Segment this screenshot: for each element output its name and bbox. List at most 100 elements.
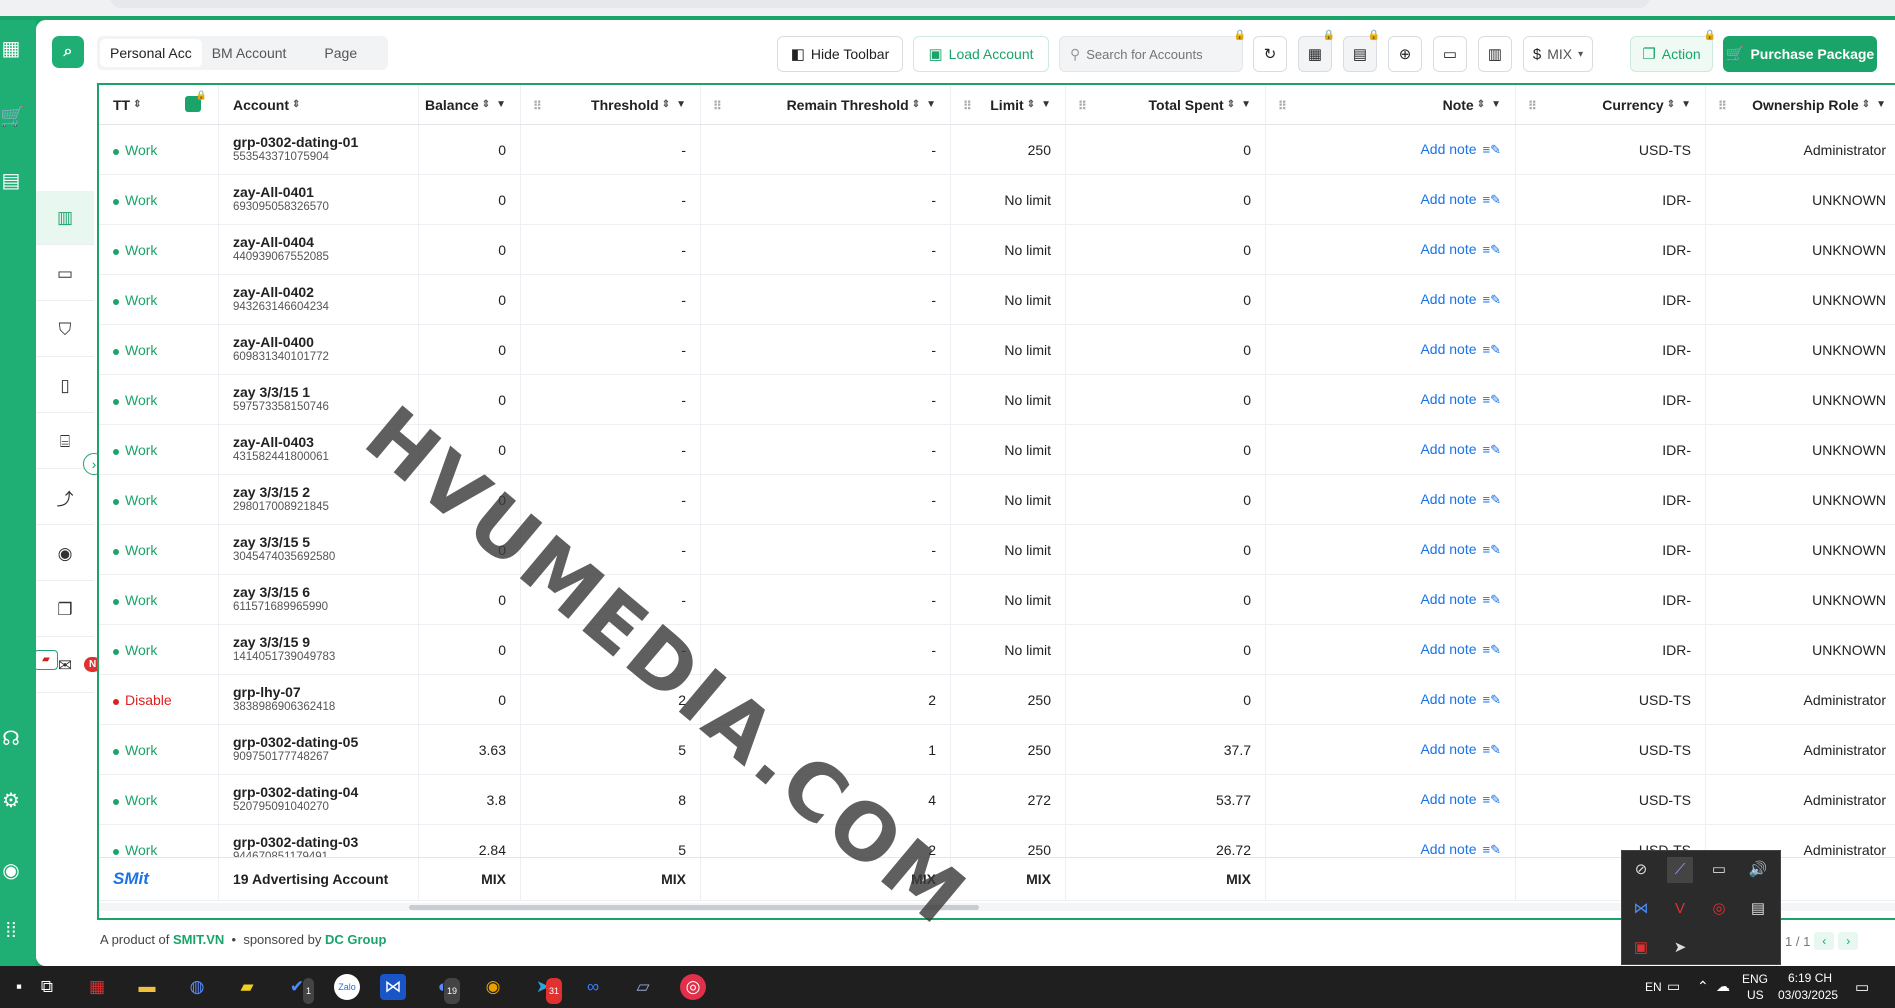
- account-name[interactable]: grp-0302-dating-01: [233, 134, 358, 150]
- drag-handle-icon[interactable]: ⠿: [1078, 99, 1087, 113]
- drag-handle-icon[interactable]: ⠿: [1278, 99, 1287, 113]
- sort-icon[interactable]: ⇕: [662, 99, 670, 110]
- speaker-icon[interactable]: 🔊: [1745, 857, 1771, 883]
- sort-icon[interactable]: ⇕: [1862, 99, 1870, 110]
- chrome-icon[interactable]: ◉: [480, 974, 506, 1000]
- account-name[interactable]: zay-All-0404: [233, 234, 314, 250]
- column-header-ownership-role[interactable]: ⠿ Ownership Role ⇕ ▼: [1706, 85, 1895, 124]
- table-row[interactable]: Work zay-All-0400 609831340101772 0 - - No lim…: [99, 325, 1895, 375]
- app-logo[interactable]: ⌕: [52, 36, 84, 68]
- column-header-balance[interactable]: Balance ⇕ ▼: [419, 85, 521, 124]
- add-note-link[interactable]: Add note ≡✎: [1420, 291, 1501, 308]
- dashboard-icon[interactable]: ▦: [0, 38, 22, 60]
- layout-button[interactable]: ▥: [1478, 36, 1512, 72]
- column-menu-icon[interactable]: ▼: [1681, 99, 1691, 110]
- search-input[interactable]: [1086, 46, 1227, 62]
- calendar-button[interactable]: ▦ 🔒: [1298, 30, 1335, 72]
- currency-select[interactable]: $ MIX ▾: [1523, 36, 1593, 72]
- column-menu-icon[interactable]: ▼: [1041, 99, 1051, 110]
- add-note-link[interactable]: Add note ≡✎: [1420, 641, 1501, 658]
- sidebar-item-documents[interactable]: ▯: [36, 359, 94, 413]
- column-header-threshold[interactable]: ⠿ Threshold ⇕ ▼: [521, 85, 701, 124]
- prev-page-button[interactable]: ‹: [1814, 932, 1835, 950]
- clipboard-icon[interactable]: ▤: [0, 170, 22, 192]
- tasks-icon[interactable]: ✔ 1: [284, 974, 314, 1004]
- zalo-icon[interactable]: Zalo: [334, 974, 360, 1000]
- app-icon-book[interactable]: ▱: [630, 974, 656, 1000]
- table-row[interactable]: Work zay 3/3/15 2 298017008921845 0 - - No lim…: [99, 475, 1895, 525]
- send-icon[interactable]: ➤: [1667, 935, 1693, 961]
- sticky-notes-icon[interactable]: ▰: [234, 974, 260, 1000]
- file-explorer-icon[interactable]: ▬: [134, 974, 160, 1000]
- user-icon[interactable]: ◉: [0, 860, 22, 882]
- account-name[interactable]: grp-0302-dating-03: [233, 834, 358, 850]
- language-flag-icon[interactable]: ▰: [36, 650, 58, 670]
- network-icon[interactable]: ⊘: [1628, 857, 1654, 883]
- sort-icon[interactable]: ⇕: [133, 99, 141, 110]
- sort-icon[interactable]: ⇕: [292, 99, 300, 110]
- table-row[interactable]: Work grp-0302-dating-04 520795091040270 3.8…: [99, 775, 1895, 825]
- printer-icon[interactable]: ▭: [1667, 978, 1680, 995]
- feather-icon[interactable]: ⟋: [1667, 857, 1693, 883]
- sort-icon[interactable]: ⇕: [912, 99, 920, 110]
- app-icon-bluex[interactable]: ⋈: [380, 974, 406, 1000]
- purchase-package-button[interactable]: 🛒 Purchase Package: [1723, 36, 1877, 72]
- sidebar-item-pixel[interactable]: ⛉: [36, 303, 94, 357]
- table-row[interactable]: Disable grp-lhy-07 3838986906362418 0 2 2 250 0…: [99, 675, 1895, 725]
- search-box[interactable]: ⚲ 🔒: [1059, 30, 1246, 72]
- app-icon-3[interactable]: ◍: [184, 974, 210, 1000]
- pdf-icon[interactable]: ▣: [1628, 935, 1654, 961]
- table-row[interactable]: Work zay 3/3/15 9 1414051739049783 0 - - No li…: [99, 625, 1895, 675]
- column-header-account[interactable]: Account ⇕: [219, 85, 419, 124]
- sidebar-item-share[interactable]: ⤴: [36, 471, 94, 525]
- filter-icon[interactable]: 🔒: [185, 90, 207, 112]
- sort-icon[interactable]: ⇕: [1667, 99, 1675, 110]
- sidebar-item-cards[interactable]: ▭: [36, 247, 94, 301]
- table-row[interactable]: Work grp-0302-dating-01 553543371075904 0 - -…: [99, 125, 1895, 175]
- vivaldi-icon[interactable]: V: [1667, 896, 1693, 922]
- tab-personal-acc[interactable]: Personal Acc: [100, 39, 202, 67]
- telegram-icon[interactable]: ➤ 31: [530, 974, 562, 1004]
- add-note-link[interactable]: Add note ≡✎: [1420, 191, 1501, 208]
- sort-icon[interactable]: ⇕: [1027, 99, 1035, 110]
- sort-icon[interactable]: ⇕: [1477, 99, 1485, 110]
- table-row[interactable]: Work zay-All-0403 431582441800061 0 - - No lim…: [99, 425, 1895, 475]
- account-name[interactable]: zay-All-0400: [233, 334, 314, 350]
- cart-icon[interactable]: 🛒: [0, 106, 25, 128]
- column-menu-icon[interactable]: ▼: [1241, 99, 1251, 110]
- account-name[interactable]: zay 3/3/15 2: [233, 484, 310, 500]
- headset-icon[interactable]: ☊: [0, 728, 22, 750]
- column-header-currency[interactable]: ⠿ Currency ⇕ ▼: [1516, 85, 1706, 124]
- device-icon[interactable]: ▤: [1745, 896, 1771, 922]
- column-menu-icon[interactable]: ▼: [496, 99, 506, 110]
- account-name[interactable]: grp-0302-dating-05: [233, 734, 358, 750]
- column-menu-icon[interactable]: ▼: [1876, 99, 1886, 110]
- tab-page[interactable]: Page: [296, 39, 385, 67]
- sort-icon[interactable]: ⇕: [482, 99, 490, 110]
- action-button[interactable]: ❐ Action 🔒: [1630, 30, 1716, 72]
- start-icon[interactable]: ▪: [6, 974, 32, 1000]
- task-view-icon[interactable]: ⧉: [34, 974, 60, 1000]
- sidebar-item-record[interactable]: ◉: [36, 527, 94, 581]
- drag-handle-icon[interactable]: ⠿: [1718, 99, 1727, 113]
- column-header-limit[interactable]: ⠿ Limit ⇕ ▼: [951, 85, 1066, 124]
- target-icon[interactable]: ◎: [1706, 896, 1732, 922]
- account-name[interactable]: zay 3/3/15 9: [233, 634, 310, 650]
- language-code[interactable]: EN: [1645, 980, 1662, 994]
- column-menu-icon[interactable]: ▼: [676, 99, 686, 110]
- scrollbar-thumb[interactable]: [409, 905, 979, 910]
- cloud-icon[interactable]: ☁: [1716, 978, 1730, 995]
- account-name[interactable]: zay 3/3/15 6: [233, 584, 310, 600]
- add-note-link[interactable]: Add note ≡✎: [1420, 491, 1501, 508]
- drag-handle-icon[interactable]: ⠿: [533, 99, 542, 113]
- bluetooth-app-icon[interactable]: ⋈: [1628, 896, 1654, 922]
- display-icon[interactable]: ▭: [1706, 857, 1732, 883]
- add-note-link[interactable]: Add note ≡✎: [1420, 341, 1501, 358]
- chevron-up-icon[interactable]: ⌃: [1697, 978, 1709, 995]
- meta-icon[interactable]: ∞: [580, 974, 606, 1000]
- zoom-button[interactable]: ⊕: [1388, 36, 1422, 72]
- refresh-button[interactable]: ↻: [1253, 36, 1287, 72]
- app-icon-19[interactable]: ◐19: [430, 974, 460, 1004]
- add-note-link[interactable]: Add note ≡✎: [1420, 791, 1501, 808]
- add-note-link[interactable]: Add note ≡✎: [1420, 141, 1501, 158]
